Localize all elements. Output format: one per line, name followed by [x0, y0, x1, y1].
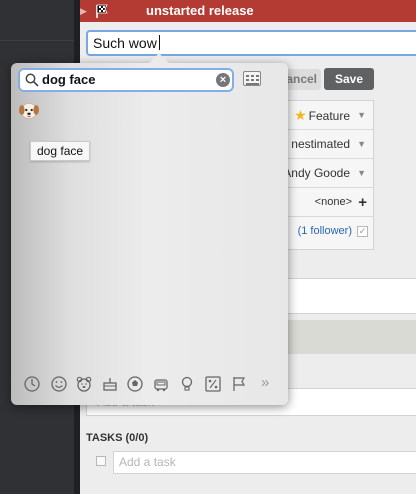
estimate-value: nestimated [291, 137, 350, 151]
clear-search-icon[interactable]: × [216, 73, 230, 87]
section-band [274, 320, 416, 354]
release-flag-icon [96, 4, 108, 18]
dog-face-emoji-icon[interactable] [18, 99, 40, 121]
emoji-category-bar: » [11, 371, 288, 399]
followers-row: (1 follower) ✓ [275, 217, 374, 246]
symbols-icon[interactable] [204, 375, 222, 393]
character-grid-icon[interactable] [243, 71, 261, 86]
owners-row: <none> + [275, 188, 374, 217]
text-caret [158, 35, 160, 50]
story-name-input[interactable]: Such wow [86, 30, 416, 56]
dropdown-arrow-icon: ▼ [357, 110, 366, 120]
food-cake-icon[interactable] [101, 375, 119, 393]
story-type-label: Feature [308, 109, 350, 123]
more-chevron-icon[interactable]: » [261, 374, 269, 391]
description-field[interactable] [274, 278, 416, 314]
story-title-bar: ▶ unstarted release [80, 0, 416, 22]
owner-select[interactable]: Andy Goode ▼ [275, 159, 374, 188]
follow-checkbox[interactable]: ✓ [357, 226, 368, 237]
recent-clock-icon[interactable] [23, 375, 41, 393]
story-type-value: ★ Feature [294, 101, 350, 131]
story-name-value: Such wow [93, 35, 157, 51]
emoji-tooltip: dog face [30, 141, 91, 161]
story-title: unstarted release [146, 3, 254, 18]
search-query: dog face [42, 72, 96, 87]
tasks-heading: TASKS (0/0) [86, 432, 149, 444]
save-button[interactable]: Save [324, 68, 374, 90]
estimate-select[interactable]: nestimated ▼ [275, 130, 374, 159]
none-label: <none> [314, 196, 352, 208]
emoji-picker: dog face × dog face » [11, 53, 288, 405]
add-owner-icon[interactable]: + [358, 188, 367, 217]
smiley-icon[interactable] [50, 375, 68, 393]
travel-car-icon[interactable] [152, 375, 170, 393]
left-divider [0, 40, 74, 41]
dropdown-arrow-icon: ▼ [357, 168, 366, 178]
add-task-input[interactable]: Add a task [113, 451, 416, 474]
activity-ball-icon[interactable] [126, 375, 144, 393]
followers-link[interactable]: (1 follower) [298, 217, 352, 246]
owner-value: Andy Goode [283, 166, 350, 180]
task-checkbox[interactable] [96, 456, 106, 466]
task-placeholder: Add a task [119, 455, 176, 469]
star-icon: ★ [294, 107, 307, 123]
expand-arrow-icon[interactable]: ▶ [80, 5, 88, 17]
story-type-select[interactable]: ★ Feature ▼ [275, 101, 374, 130]
story-fields: ★ Feature ▼ nestimated ▼ Andy Goode ▼ <no… [274, 100, 374, 250]
emoji-search-input[interactable]: dog face × [18, 68, 234, 92]
animal-bear-icon[interactable] [75, 375, 93, 393]
objects-bulb-icon[interactable] [178, 375, 196, 393]
search-icon [25, 73, 39, 87]
dropdown-arrow-icon: ▼ [357, 139, 366, 149]
flags-icon[interactable] [230, 375, 248, 393]
